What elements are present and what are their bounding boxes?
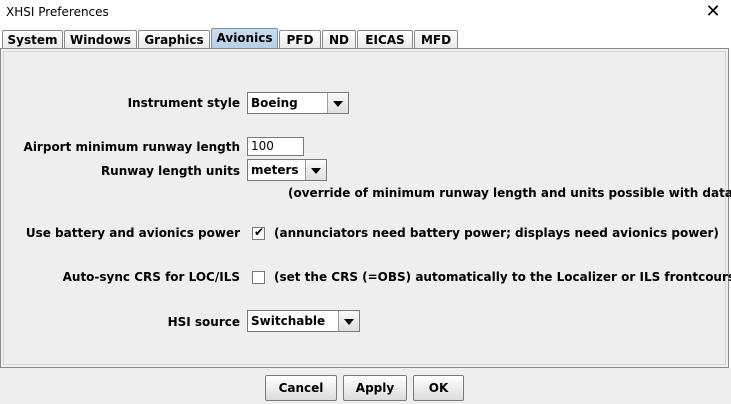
tab-pfd[interactable]: PFD	[279, 30, 321, 48]
auto-sync-crs-note: (set the CRS (=OBS) automatically to the…	[274, 270, 731, 284]
close-button[interactable]: ✕	[701, 1, 725, 23]
min-runway-length-label: Airport minimum runway length	[23, 140, 240, 154]
runway-units-select[interactable]: meters	[247, 159, 327, 181]
apply-button[interactable]: Apply	[343, 375, 407, 401]
runway-units-value: meters	[251, 163, 299, 177]
avionics-panel-inner: Instrument style Boeing Airport minimum …	[3, 51, 731, 365]
runway-units-label: Runway length units	[100, 164, 240, 178]
hsi-source-value: Switchable	[251, 314, 326, 328]
runway-note: (override of minimum runway length and u…	[288, 186, 731, 200]
chevron-down-icon[interactable]	[305, 160, 326, 180]
battery-power-checkbox[interactable]: ✔	[252, 225, 265, 240]
tab-mfd[interactable]: MFD	[414, 30, 458, 48]
chevron-down-icon[interactable]	[327, 93, 348, 113]
tab-strip: System Windows Graphics Avionics PFD ND …	[0, 27, 731, 49]
instrument-style-label: Instrument style	[127, 96, 240, 110]
tab-windows[interactable]: Windows	[64, 30, 137, 48]
instrument-style-value: Boeing	[251, 96, 298, 110]
tab-system[interactable]: System	[2, 30, 63, 48]
auto-sync-crs-checkbox[interactable]	[252, 271, 265, 284]
tab-avionics[interactable]: Avionics	[211, 28, 278, 48]
chevron-down-icon[interactable]	[338, 311, 359, 331]
title-bar: XHSI Preferences ✕	[0, 0, 731, 26]
auto-sync-crs-label: Auto-sync CRS for LOC/ILS	[62, 270, 240, 284]
tab-nd[interactable]: ND	[322, 30, 356, 48]
avionics-panel: Instrument style Boeing Airport minimum …	[0, 48, 731, 368]
window-title: XHSI Preferences	[6, 5, 109, 19]
ok-button[interactable]: OK	[413, 375, 464, 401]
min-runway-length-field[interactable]: 100	[247, 137, 304, 156]
battery-power-label: Use battery and avionics power	[25, 226, 240, 240]
battery-power-note: (annunciators need battery power; displa…	[274, 226, 719, 240]
tab-graphics[interactable]: Graphics	[138, 30, 210, 48]
checkmark-icon: ✔	[254, 225, 265, 239]
instrument-style-select[interactable]: Boeing	[247, 92, 349, 114]
tab-eicas[interactable]: EICAS	[357, 30, 413, 48]
hsi-source-label: HSI source	[167, 315, 240, 329]
cancel-button[interactable]: Cancel	[265, 375, 337, 401]
hsi-source-select[interactable]: Switchable	[247, 310, 360, 332]
button-bar: Cancel Apply OK	[0, 368, 731, 404]
